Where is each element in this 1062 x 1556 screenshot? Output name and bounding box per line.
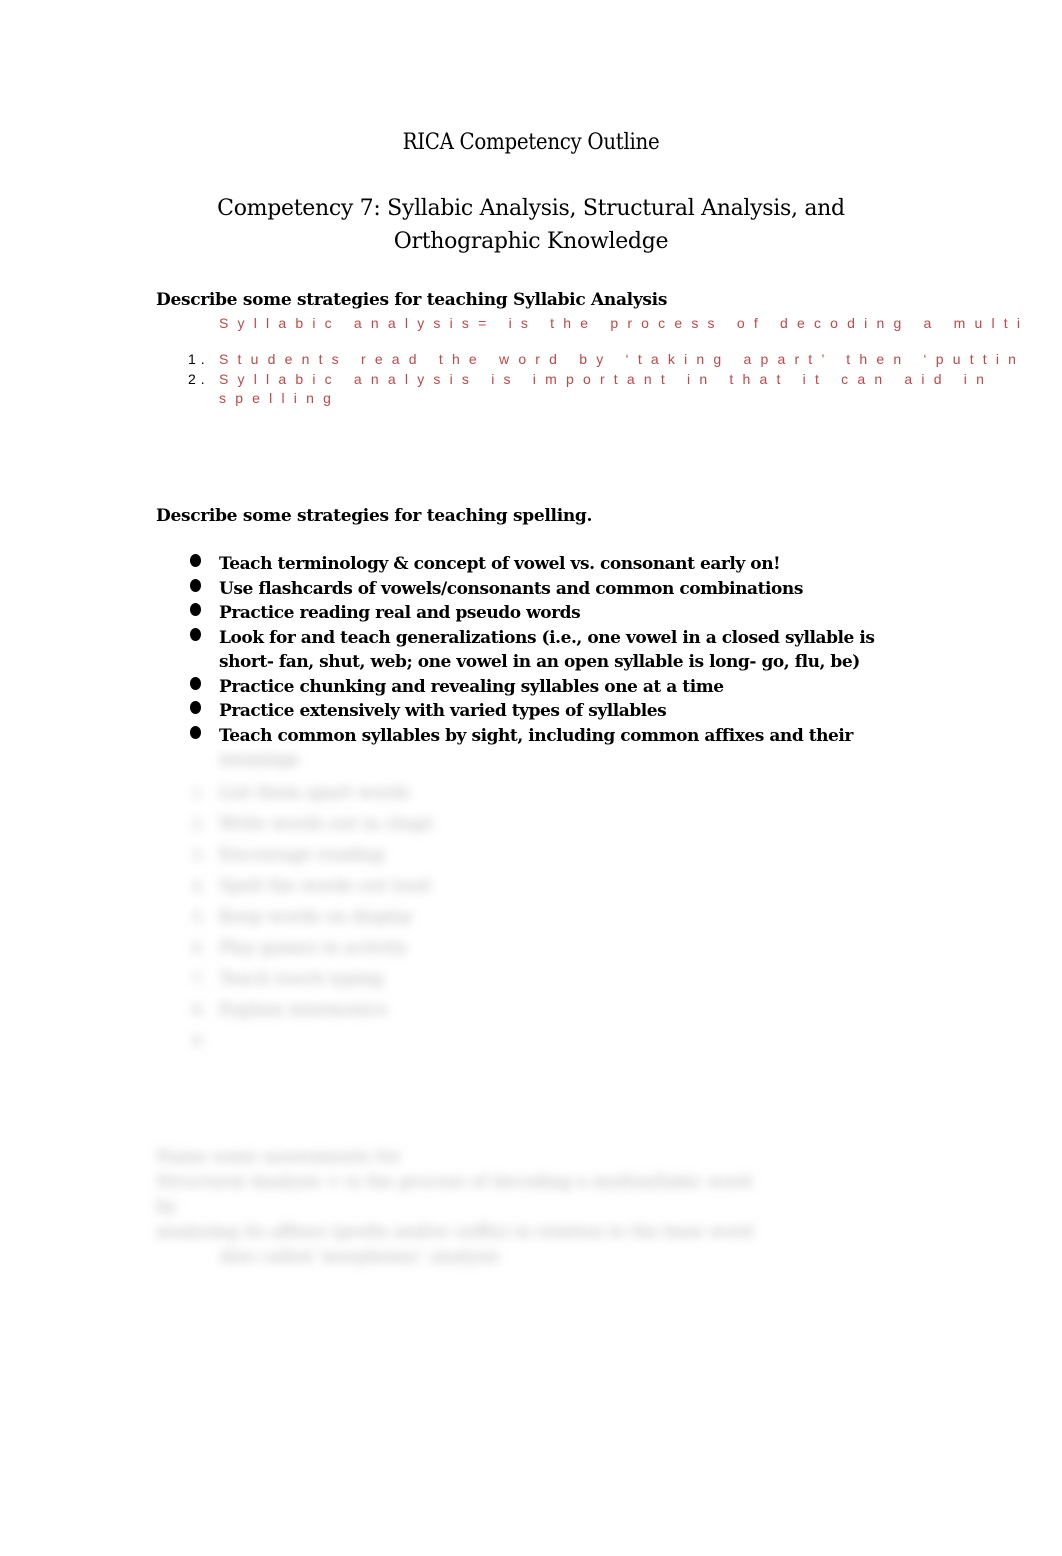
bullet-icon bbox=[190, 554, 201, 567]
blurred-list-item: Also called 'morphemic' analysis bbox=[219, 1247, 500, 1267]
spelling-strategies-list: Teach terminology & concept of vowel vs.… bbox=[156, 552, 916, 773]
list-item-text-continuation: short- fan, shut, web; one vowel in an o… bbox=[219, 652, 860, 672]
list-item-text: Practice extensively with varied types o… bbox=[219, 701, 667, 721]
spelling-strategies-heading: Describe some strategies for teaching sp… bbox=[156, 506, 593, 526]
blurred-heading: Name some assessments for bbox=[156, 1147, 401, 1167]
blurred-list-number: 7. bbox=[192, 970, 207, 988]
blurred-list-item-text: Encourage reading bbox=[219, 845, 385, 865]
blurred-list-item-text: Explain mnemonics bbox=[219, 1000, 388, 1020]
bullet-icon bbox=[190, 725, 201, 739]
bullet-icon bbox=[190, 603, 201, 616]
list-item-text: Look for and teach generalizations (i.e.… bbox=[219, 627, 875, 648]
list-item-text: Teach terminology & concept of vowel vs.… bbox=[219, 554, 781, 574]
list-item: Practice reading real and pseudo words bbox=[156, 601, 916, 626]
blurred-list-number: 3. bbox=[192, 846, 207, 864]
blurred-list-item-text: Teach touch typing bbox=[219, 969, 384, 989]
blurred-list-item: 9. bbox=[156, 1026, 756, 1057]
subtitle-line-2: Orthographic Knowledge bbox=[393, 229, 669, 254]
list-item-text: Teach common syllables by sight, includi… bbox=[219, 725, 853, 746]
blurred-list-item: 1. List them apart words bbox=[156, 778, 756, 809]
list-number: 2. bbox=[188, 371, 210, 387]
blurred-list-number: 5. bbox=[192, 908, 207, 926]
list-item-text-continuation-blurred: meanings bbox=[219, 750, 299, 770]
document-page: RICA Competency Outline Competency 7: Sy… bbox=[0, 0, 1062, 1556]
syllabic-list-item-continuation: spelling bbox=[219, 390, 341, 406]
list-item: Look for and teach generalizations (i.e.… bbox=[156, 626, 916, 675]
blurred-list-item: 6. Play games in activity bbox=[156, 933, 756, 964]
bullet-icon bbox=[190, 627, 201, 641]
blurred-list-item-text: Write words out in chapt bbox=[219, 814, 434, 834]
list-item: Use flashcards of vowels/consonants and … bbox=[156, 577, 916, 602]
list-item: Practice chunking and revealing syllable… bbox=[156, 675, 916, 700]
syllabic-analysis-heading: Describe some strategies for teaching Sy… bbox=[156, 290, 668, 310]
list-item-text: Practice reading real and pseudo words bbox=[219, 603, 581, 623]
list-item-text: Use flashcards of vowels/consonants and … bbox=[219, 578, 803, 599]
document-title: RICA Competency Outline bbox=[402, 130, 660, 155]
blurred-list-number: 6. bbox=[192, 939, 207, 957]
blurred-list: 1. List them apart words 2. Write words ou… bbox=[156, 778, 756, 1057]
bullet-icon bbox=[190, 578, 201, 592]
blurred-list-number: 2. bbox=[192, 815, 207, 833]
list-item: Practice extensively with varied types o… bbox=[156, 699, 916, 724]
syllabic-definition: Syllabic analysis= is the process of dec… bbox=[219, 315, 1030, 331]
bullet-icon bbox=[190, 701, 201, 714]
blurred-list-item: 4. Spell the words out loud bbox=[156, 871, 756, 902]
blurred-list-number: 4. bbox=[192, 877, 207, 895]
bullet-icon bbox=[190, 676, 201, 690]
blurred-list-number: 8. bbox=[192, 1001, 207, 1019]
blurred-structural-analysis-section: Name some assessments for Structural Ana… bbox=[156, 1145, 776, 1270]
blurred-list-item: 7. Teach touch typing bbox=[156, 964, 756, 995]
list-item: Teach common syllables by sight, includi… bbox=[156, 724, 916, 773]
subtitle-line-1: Competency 7: Syllabic Analysis, Structu… bbox=[217, 196, 845, 221]
blurred-list-item: 5. Keep words on display bbox=[156, 902, 756, 933]
blurred-list-item-text: Keep words on display bbox=[219, 907, 414, 927]
blurred-paragraph-line: analyzing its affixes (prefix and/or suf… bbox=[156, 1222, 754, 1242]
blurred-list-number: 1. bbox=[192, 784, 207, 802]
blurred-list-item-text: List them apart words bbox=[219, 783, 411, 803]
list-item-text: Practice chunking and revealing syllable… bbox=[219, 676, 724, 697]
blurred-list-item: 8. Explain mnemonics bbox=[156, 995, 756, 1026]
blurred-list-number: 9. bbox=[192, 1032, 207, 1050]
blurred-list-item-text: Play games in activity bbox=[219, 938, 408, 958]
blurred-list-item: 2. Write words out in chapt bbox=[156, 809, 756, 840]
list-number: 1. bbox=[188, 351, 210, 367]
syllabic-list-item: Syllabic analysis is important in that i… bbox=[219, 371, 994, 387]
blurred-list-item: 3. Encourage reading bbox=[156, 840, 756, 871]
competency-subtitle: Competency 7: Syllabic Analysis, Structu… bbox=[160, 192, 902, 258]
blurred-paragraph-line: Structural Analysis = is the process of … bbox=[156, 1172, 752, 1217]
blurred-list-item-text: Spell the words out loud bbox=[219, 876, 430, 896]
syllabic-list-item: Students read the word by ‘taking apart’… bbox=[219, 351, 1026, 367]
list-item: Teach terminology & concept of vowel vs.… bbox=[156, 552, 916, 577]
